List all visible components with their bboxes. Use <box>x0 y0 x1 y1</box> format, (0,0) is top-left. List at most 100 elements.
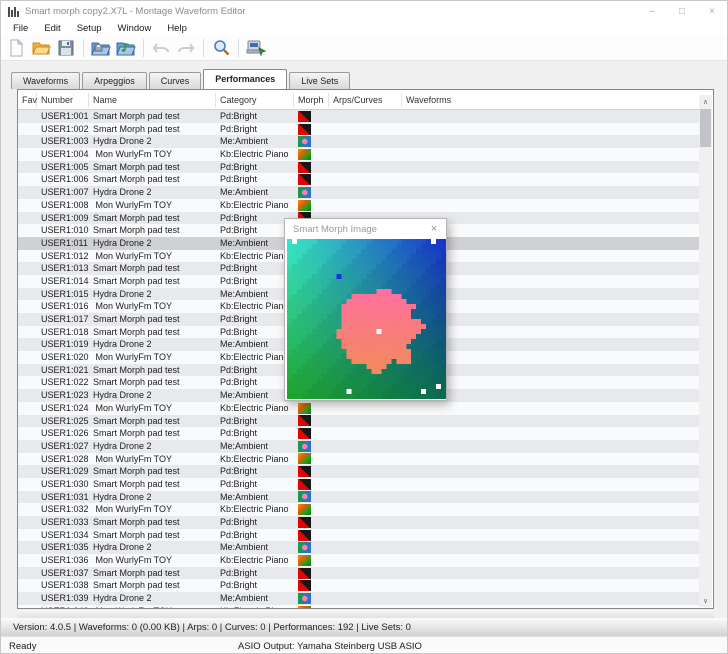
import-arp-folder-icon[interactable] <box>115 37 137 59</box>
save-file-icon[interactable] <box>55 37 77 59</box>
version-status-bar: Version: 4.0.5 | Waveforms: 0 (0.00 KB) … <box>1 618 727 636</box>
morph-icon-hydra <box>298 441 311 452</box>
popup-title: Smart Morph Image <box>285 224 422 235</box>
ready-status: Ready <box>9 641 36 652</box>
vertical-scrollbar[interactable]: ∧ ∨ <box>699 95 712 607</box>
transmit-to-device-icon[interactable] <box>245 37 267 59</box>
smart-morph-image-window[interactable]: Smart Morph Image × <box>284 218 447 401</box>
table-row[interactable]: USER1:005Smart Morph pad testPd:Bright <box>18 161 699 174</box>
morph-icon-wurly <box>298 149 311 160</box>
scrollbar-thumb[interactable] <box>700 109 711 147</box>
table-row[interactable]: USER1:033Smart Morph pad testPd:Bright <box>18 516 699 529</box>
table-row[interactable]: USER1:006Smart Morph pad testPd:Bright <box>18 173 699 186</box>
table-row[interactable]: USER1:004 Mon WurlyFm TOYKb:Electric Pia… <box>18 148 699 161</box>
menu-help[interactable]: Help <box>159 23 195 34</box>
table-row[interactable]: USER1:028 Mon WurlyFm TOYKb:Electric Pia… <box>18 453 699 466</box>
table-row[interactable]: USER1:003Hydra Drone 2Me:Ambient <box>18 135 699 148</box>
table-row[interactable]: USER1:002Smart Morph pad testPd:Bright <box>18 123 699 136</box>
table-row[interactable]: USER1:036 Mon WurlyFm TOYKb:Electric Pia… <box>18 554 699 567</box>
redo-icon <box>175 37 197 59</box>
morph-icon-smart <box>298 530 311 541</box>
toolbar-separator <box>238 39 239 57</box>
table-row[interactable]: USER1:029Smart Morph pad testPd:Bright <box>18 465 699 478</box>
morph-icon-smart <box>298 568 311 579</box>
minimize-button[interactable]: – <box>637 1 667 21</box>
tab-live-sets[interactable]: Live Sets <box>289 72 350 89</box>
morph-icon-smart <box>298 517 311 528</box>
column-header-morph[interactable]: Morph <box>294 93 329 107</box>
version-status-text: Version: 4.0.5 | Waveforms: 0 (0.00 KB) … <box>1 622 411 633</box>
column-header-arps-curves[interactable]: Arps/Curves <box>329 93 402 107</box>
table-row[interactable]: USER1:008 Mon WurlyFm TOYKb:Electric Pia… <box>18 199 699 212</box>
table-row[interactable]: USER1:035Hydra Drone 2Me:Ambient <box>18 541 699 554</box>
table-row[interactable]: USER1:040 Mon WurlyFm TOYKb:Electric Pia… <box>18 605 699 608</box>
morph-icon-hydra <box>298 542 311 553</box>
morph-icon-wurly <box>298 453 311 464</box>
tab-arpeggios[interactable]: Arpeggios <box>82 72 147 89</box>
asio-output-status: ASIO Output: Yamaha Steinberg USB ASIO <box>238 641 422 652</box>
morph-icon-hydra <box>298 136 311 147</box>
column-header-category[interactable]: Category <box>216 93 294 107</box>
table-row[interactable]: USER1:030Smart Morph pad testPd:Bright <box>18 478 699 491</box>
table-header: Fav Number Name Category Morph Arps/Curv… <box>18 90 699 110</box>
status-bar: Ready ASIO Output: Yamaha Steinberg USB … <box>1 636 727 654</box>
new-file-icon[interactable] <box>5 37 27 59</box>
app-icon <box>8 6 19 17</box>
morph-icon-smart <box>298 111 311 122</box>
toolbar-separator <box>203 39 204 57</box>
search-icon[interactable] <box>210 37 232 59</box>
morph-icon-hydra <box>298 593 311 604</box>
column-header-name[interactable]: Name <box>89 93 216 107</box>
table-row[interactable]: USER1:038Smart Morph pad testPd:Bright <box>18 579 699 592</box>
table-row[interactable]: USER1:007Hydra Drone 2Me:Ambient <box>18 186 699 199</box>
popup-close-icon[interactable]: × <box>422 223 446 235</box>
menu-edit[interactable]: Edit <box>36 23 68 34</box>
title-bar: Smart morph copy2.X7L - Montage Waveform… <box>1 1 727 21</box>
morph-icon-smart <box>298 415 311 426</box>
open-file-icon[interactable] <box>30 37 52 59</box>
column-header-fav[interactable]: Fav <box>18 93 37 107</box>
window-title: Smart morph copy2.X7L - Montage Waveform… <box>25 6 246 17</box>
maximize-button[interactable]: □ <box>667 1 697 21</box>
morph-icon-wurly <box>298 555 311 566</box>
table-row[interactable]: USER1:031Hydra Drone 2Me:Ambient <box>18 491 699 504</box>
table-row[interactable]: USER1:039Hydra Drone 2Me:Ambient <box>18 592 699 605</box>
morph-icon-wurly <box>298 200 311 211</box>
table-row[interactable]: USER1:032 Mon WurlyFm TOYKb:Electric Pia… <box>18 503 699 516</box>
morph-icon-wurly <box>298 403 311 414</box>
menu-window[interactable]: Window <box>110 23 160 34</box>
table-row[interactable]: USER1:024 Mon WurlyFm TOYKb:Electric Pia… <box>18 402 699 415</box>
morph-icon-wurly <box>298 606 311 608</box>
morph-icon-smart <box>298 162 311 173</box>
morph-icon-wurly <box>298 504 311 515</box>
horizontal-scrollbar[interactable] <box>17 610 714 618</box>
close-button[interactable]: × <box>697 1 727 21</box>
morph-icon-hydra <box>298 187 311 198</box>
table-row[interactable]: USER1:037Smart Morph pad testPd:Bright <box>18 567 699 580</box>
toolbar-separator <box>83 39 84 57</box>
morph-icon-smart <box>298 479 311 490</box>
column-header-waveforms[interactable]: Waveforms <box>402 93 699 107</box>
tab-bar: Waveforms Arpeggios Curves Performances … <box>11 69 352 89</box>
table-row[interactable]: USER1:001Smart Morph pad testPd:Bright <box>18 110 699 123</box>
undo-icon <box>150 37 172 59</box>
table-row[interactable]: USER1:034Smart Morph pad testPd:Bright <box>18 529 699 542</box>
tab-curves[interactable]: Curves <box>149 72 202 89</box>
morph-icon-smart <box>298 580 311 591</box>
column-header-number[interactable]: Number <box>37 93 89 107</box>
menu-file[interactable]: File <box>5 23 36 34</box>
table-row[interactable]: USER1:025Smart Morph pad testPd:Bright <box>18 415 699 428</box>
tab-performances[interactable]: Performances <box>203 69 287 89</box>
popup-title-bar[interactable]: Smart Morph Image × <box>285 219 446 239</box>
scroll-down-icon[interactable]: ∨ <box>699 594 712 607</box>
table-row[interactable]: USER1:027Hydra Drone 2Me:Ambient <box>18 440 699 453</box>
morph-icon-smart <box>298 466 311 477</box>
morph-icon-smart <box>298 174 311 185</box>
tab-waveforms[interactable]: Waveforms <box>11 72 80 89</box>
menu-setup[interactable]: Setup <box>69 23 110 34</box>
table-row[interactable]: USER1:026Smart Morph pad testPd:Bright <box>18 427 699 440</box>
scroll-up-icon[interactable]: ∧ <box>699 95 712 108</box>
smart-morph-image[interactable] <box>287 239 446 399</box>
menu-bar: File Edit Setup Window Help <box>1 21 727 35</box>
import-file-folder-icon[interactable] <box>90 37 112 59</box>
